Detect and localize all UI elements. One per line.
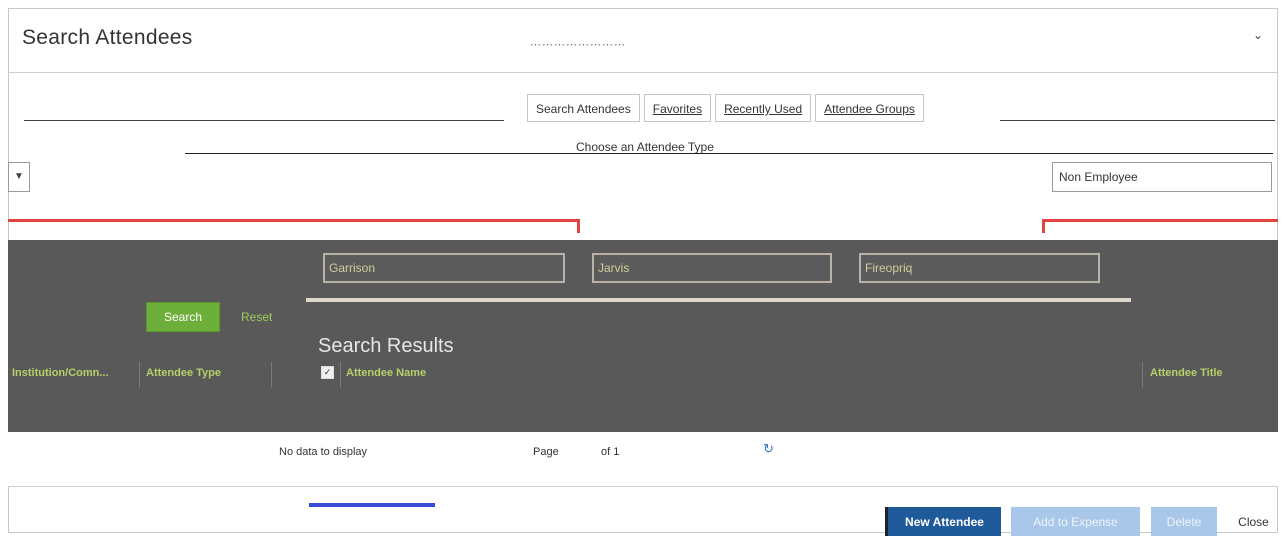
attendee-type-select[interactable]: Non Employee [1052, 162, 1272, 192]
search-results-title: Search Results [318, 335, 454, 357]
new-attendee-button[interactable]: New Attendee [885, 507, 1001, 536]
column-separator [1142, 362, 1143, 388]
type-divider [185, 153, 1273, 154]
page-count: of 1 [601, 446, 620, 458]
chevron-down-icon[interactable]: ⌄ [1253, 28, 1263, 42]
pager-area [8, 432, 1278, 487]
tab-favorites[interactable]: Favorites [643, 94, 712, 122]
header-divider [8, 72, 1278, 73]
search-field-company[interactable]: Fireopriq [859, 253, 1100, 283]
tab-recently-used[interactable]: Recently Used [715, 94, 812, 122]
validation-highlight [577, 219, 580, 233]
refresh-icon[interactable]: ↻ [763, 441, 774, 457]
empty-message: No data to display [279, 446, 368, 458]
tab-attendee-groups[interactable]: Attendee Groups [815, 94, 924, 122]
tab-search-attendees[interactable]: Search Attendees [527, 94, 640, 122]
page-label: Page [533, 446, 559, 458]
attendee-tabs: Search Attendees Favorites Recently Used… [527, 94, 924, 122]
column-institution[interactable]: Institution/Comn... [12, 367, 109, 379]
rendering-artifact-line [24, 120, 504, 121]
column-attendee-type[interactable]: Attendee Type [146, 367, 221, 379]
column-separator [340, 362, 341, 388]
rendering-artifact-bar [309, 503, 435, 507]
column-separator [139, 362, 140, 388]
collapsed-select[interactable]: ▼ [8, 162, 30, 192]
search-button[interactable]: Search [146, 302, 220, 332]
column-separator [271, 362, 272, 388]
validation-highlight [8, 219, 580, 222]
search-field-last-name[interactable]: Garrison [323, 253, 565, 283]
panel-divider [306, 298, 1131, 302]
rendering-artifact-line [1000, 120, 1275, 121]
reset-link[interactable]: Reset [241, 310, 272, 324]
dialog-title: Search Attendees [22, 26, 193, 49]
delete-button[interactable]: Delete [1151, 507, 1217, 536]
add-to-expense-button[interactable]: Add to Expense [1011, 507, 1140, 536]
validation-highlight [1042, 219, 1045, 233]
column-attendee-name[interactable]: Attendee Name [346, 367, 426, 379]
search-field-first-name[interactable]: Jarvis [592, 253, 832, 283]
results-grid-header: Institution/Comn... Attendee Type ✓ Atte… [8, 362, 1278, 388]
column-attendee-title[interactable]: Attendee Title [1150, 367, 1223, 379]
validation-highlight [1042, 219, 1278, 222]
title-artifact: ⋯⋯⋯⋯⋯⋯⋯⋯ [530, 39, 626, 51]
attendee-type-label: Choose an Attendee Type [576, 140, 714, 154]
select-all-checkbox[interactable]: ✓ [321, 366, 334, 379]
footer-divider [8, 486, 1278, 487]
close-button[interactable]: Close [1231, 507, 1276, 536]
